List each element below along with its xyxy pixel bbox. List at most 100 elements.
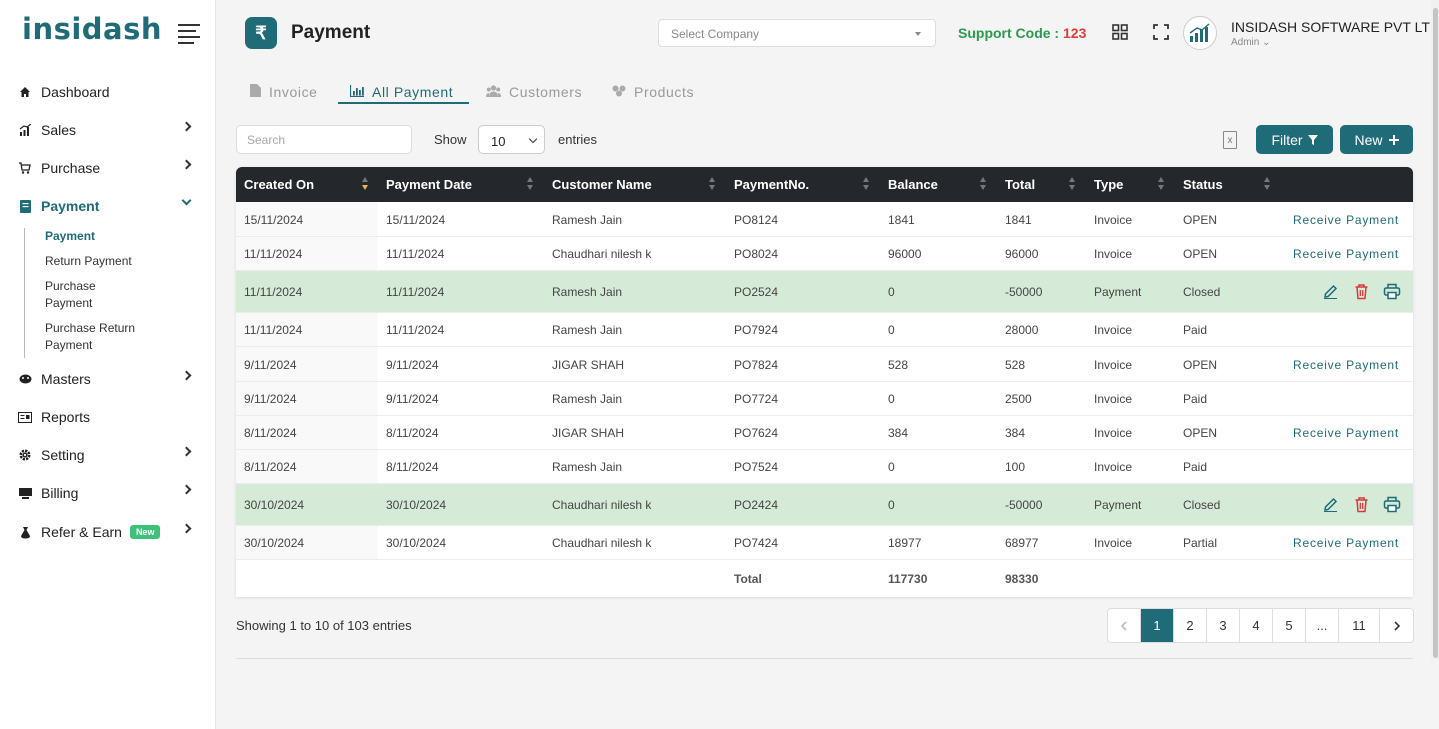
cell-type: Invoice xyxy=(1094,460,1133,474)
cell-total: 96000 xyxy=(1005,247,1039,261)
delete-icon[interactable] xyxy=(1353,283,1370,300)
cell-status: Paid xyxy=(1183,460,1208,474)
column-header-total[interactable]: Total xyxy=(1005,177,1035,192)
column-header-customer-name[interactable]: Customer Name xyxy=(552,177,652,192)
grid-icon[interactable] xyxy=(1112,24,1130,42)
sort-icon[interactable] xyxy=(527,177,534,191)
table-row[interactable]: 11/11/2024 11/11/2024 Ramesh Jain PO7924 0 28… xyxy=(236,313,1413,347)
print-icon[interactable] xyxy=(1383,283,1401,300)
receive-payment-link[interactable]: Receive Payment xyxy=(1293,536,1399,550)
divider xyxy=(236,658,1413,659)
sidebar-item-refer-earn[interactable]: Refer & Earn New xyxy=(18,520,198,544)
table-row[interactable]: 8/11/2024 8/11/2024 JIGAR SHAH PO7624 384 384… xyxy=(236,416,1413,450)
sidebar-item-purchase[interactable]: Purchase xyxy=(18,156,198,180)
edit-icon[interactable] xyxy=(1322,283,1339,300)
sidebar-item-dashboard[interactable]: Dashboard xyxy=(18,80,198,104)
column-header-balance[interactable]: Balance xyxy=(888,177,938,192)
cell-date: 8/11/2024 xyxy=(386,460,439,474)
next-page-button[interactable] xyxy=(1380,609,1413,642)
print-icon[interactable] xyxy=(1383,496,1401,513)
sidebar-item-masters[interactable]: Masters xyxy=(18,367,198,391)
sort-icon[interactable] xyxy=(863,177,870,191)
table-row[interactable]: 15/11/2024 15/11/2024 Ramesh Jain PO8124 184… xyxy=(236,202,1413,237)
column-header-type[interactable]: Type xyxy=(1094,177,1123,192)
table-row[interactable]: 30/10/2024 30/10/2024 Chaudhari nilesh k PO… xyxy=(236,526,1413,560)
tab-all-payment[interactable]: All Payment xyxy=(349,80,454,104)
sort-icon[interactable] xyxy=(1158,177,1165,191)
column-header-payment-date[interactable]: Payment Date xyxy=(386,177,472,192)
submenu-item-return-payment[interactable]: Return Payment xyxy=(45,253,185,270)
page-button[interactable]: 2 xyxy=(1174,609,1207,642)
pagination: 1 2 3 4 5 ... 11 xyxy=(1107,608,1414,643)
tab-products[interactable]: Products xyxy=(612,80,694,104)
table-row[interactable]: 30/10/2024 30/10/2024 Chaudhari nilesh k PO… xyxy=(236,484,1413,526)
submenu-item-purchase-return-payment[interactable]: Purchase Return Payment xyxy=(45,320,155,354)
cell-customer: Ramesh Jain xyxy=(552,323,623,337)
sidebar-item-label: Masters xyxy=(41,371,91,387)
fullscreen-icon[interactable] xyxy=(1153,24,1171,42)
page-button[interactable]: 11 xyxy=(1339,609,1380,642)
search-input[interactable] xyxy=(236,125,412,154)
page-button[interactable]: 1 xyxy=(1141,609,1174,642)
tab-label: All Payment xyxy=(372,84,454,100)
cell-created: 15/11/2024 xyxy=(244,213,304,227)
page-button[interactable]: 3 xyxy=(1207,609,1240,642)
table-row[interactable]: 11/11/2024 11/11/2024 Chaudhari nilesh k PO… xyxy=(236,237,1413,271)
cell-type: Payment xyxy=(1094,285,1142,299)
sort-icon[interactable] xyxy=(709,177,716,191)
company-name[interactable]: INSIDASH SOFTWARE PVT LTD xyxy=(1231,19,1439,35)
table-row[interactable]: 9/11/2024 9/11/2024 Ramesh Jain PO7724 0 2500… xyxy=(236,382,1413,416)
sidebar-item-reports[interactable]: Reports xyxy=(18,405,198,429)
page-button[interactable]: 5 xyxy=(1273,609,1306,642)
tab-invoice[interactable]: Invoice xyxy=(250,80,318,104)
page-title: Payment xyxy=(291,22,371,43)
entries-label: entries xyxy=(558,132,598,147)
sidebar-item-payment[interactable]: Payment xyxy=(18,194,198,218)
cell-type: Invoice xyxy=(1094,358,1133,372)
excel-export-icon[interactable]: x xyxy=(1223,131,1237,149)
edit-icon[interactable] xyxy=(1322,496,1339,513)
filter-button-label: Filter xyxy=(1271,131,1303,148)
column-header-created-on[interactable]: Created On xyxy=(244,177,314,192)
filter-button[interactable]: Filter xyxy=(1256,125,1333,154)
total-amount: 98330 xyxy=(1005,572,1039,586)
column-header-payment-no[interactable]: PaymentNo. xyxy=(734,177,809,192)
sort-icon[interactable] xyxy=(980,177,987,191)
table-row[interactable]: 11/11/2024 11/11/2024 Ramesh Jain PO2524 0 -5… xyxy=(236,271,1413,313)
page-button[interactable]: 4 xyxy=(1240,609,1273,642)
column-header-status[interactable]: Status xyxy=(1183,177,1223,192)
support-code: Support Code : 123 xyxy=(958,25,1086,41)
sort-icon[interactable] xyxy=(1264,177,1271,191)
cell-date: 9/11/2024 xyxy=(386,358,439,372)
delete-icon[interactable] xyxy=(1353,496,1370,513)
table-row[interactable]: 8/11/2024 8/11/2024 Ramesh Jain PO7524 0 100 I… xyxy=(236,450,1413,484)
receive-payment-link[interactable]: Receive Payment xyxy=(1293,358,1399,372)
cell-status: Paid xyxy=(1183,392,1208,406)
submenu-item-payment[interactable]: Payment xyxy=(45,228,185,245)
entries-select[interactable]: 10 xyxy=(478,125,545,154)
sidebar-item-sales[interactable]: Sales xyxy=(18,118,198,142)
menu-toggle-icon[interactable] xyxy=(178,24,200,44)
cell-created: 30/10/2024 xyxy=(244,498,305,512)
cell-date: 11/11/2024 xyxy=(386,323,445,337)
sort-desc-icon[interactable] xyxy=(362,177,369,191)
sidebar-item-billing[interactable]: Billing xyxy=(18,481,198,505)
receive-payment-link[interactable]: Receive Payment xyxy=(1293,426,1399,440)
cell-customer: Ramesh Jain xyxy=(552,285,623,299)
sidebar-item-label: Reports xyxy=(41,409,91,425)
previous-page-button[interactable] xyxy=(1108,609,1141,642)
submenu-item-purchase-payment[interactable]: Purchase Payment xyxy=(45,278,125,312)
sidebar-item-setting[interactable]: Setting xyxy=(18,443,198,467)
new-button[interactable]: New xyxy=(1340,125,1413,154)
receive-payment-link[interactable]: Receive Payment xyxy=(1293,247,1399,261)
table-row[interactable]: 9/11/2024 9/11/2024 JIGAR SHAH PO7824 528 528… xyxy=(236,347,1413,382)
tab-customers[interactable]: Customers xyxy=(486,80,582,104)
receive-payment-link[interactable]: Receive Payment xyxy=(1293,213,1399,227)
app-logo[interactable]: insidash xyxy=(22,12,162,46)
sort-icon[interactable] xyxy=(1069,177,1076,191)
scrollbar-thumb[interactable] xyxy=(1433,8,1438,658)
user-role[interactable]: Admin ⌄ xyxy=(1231,37,1271,48)
company-logo-avatar[interactable] xyxy=(1183,16,1217,50)
cell-created: 11/11/2024 xyxy=(244,285,303,299)
company-select[interactable]: Select Company xyxy=(658,19,936,47)
